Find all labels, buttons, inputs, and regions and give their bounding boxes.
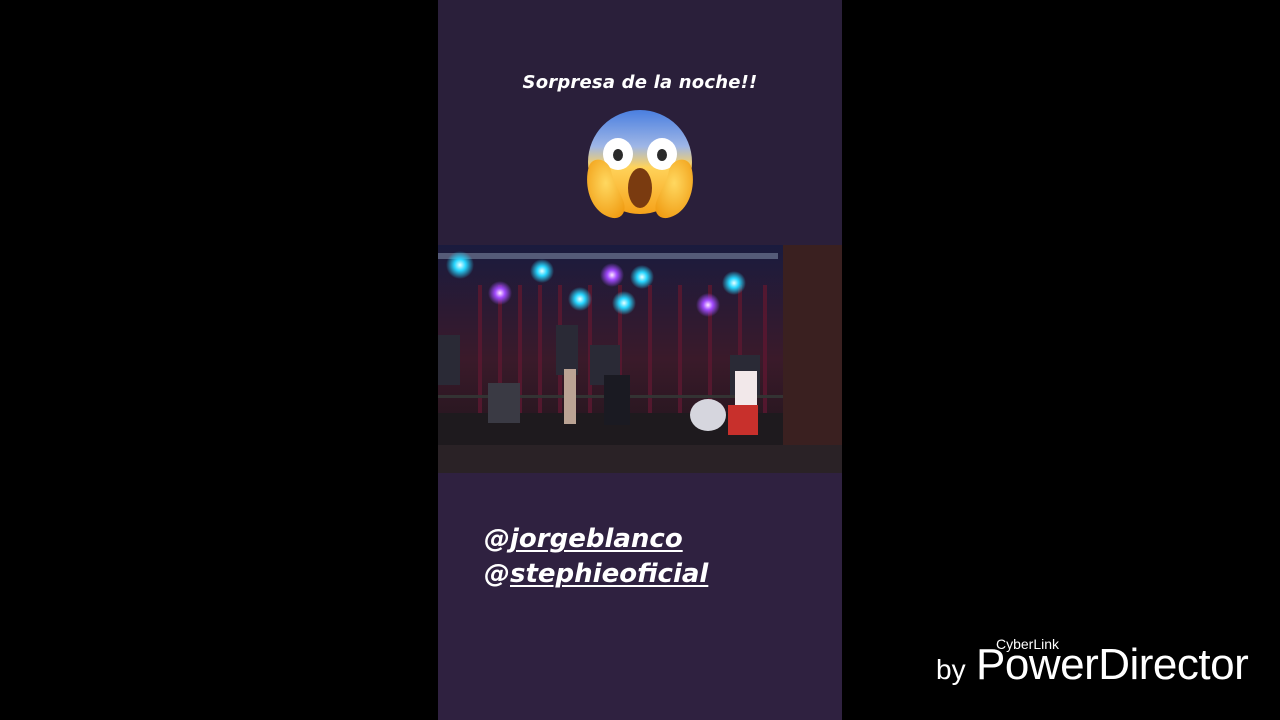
- watermark-by: by: [936, 654, 966, 685]
- story-frame: Sorpresa de la noche!! @jorgeblanco @ste…: [438, 0, 842, 720]
- concert-stage-photo: [438, 245, 842, 473]
- at-sign: @: [484, 559, 510, 589]
- watermark-maker: CyberLink: [996, 636, 1060, 652]
- mention-stephieoficial[interactable]: @stephieoficial: [484, 559, 708, 589]
- at-sign: @: [484, 524, 510, 554]
- mention-jorgeblanco[interactable]: @jorgeblanco: [484, 524, 683, 554]
- mention-handle: jorgeblanco: [510, 524, 683, 554]
- mention-handle: stephieoficial: [510, 559, 709, 589]
- face-screaming-in-fear-icon: [587, 110, 693, 219]
- powerdirector-watermark: by PowerDirector CyberLink: [936, 636, 1266, 696]
- story-caption: Sorpresa de la noche!!: [522, 72, 758, 93]
- story-lower-panel: [438, 472, 842, 720]
